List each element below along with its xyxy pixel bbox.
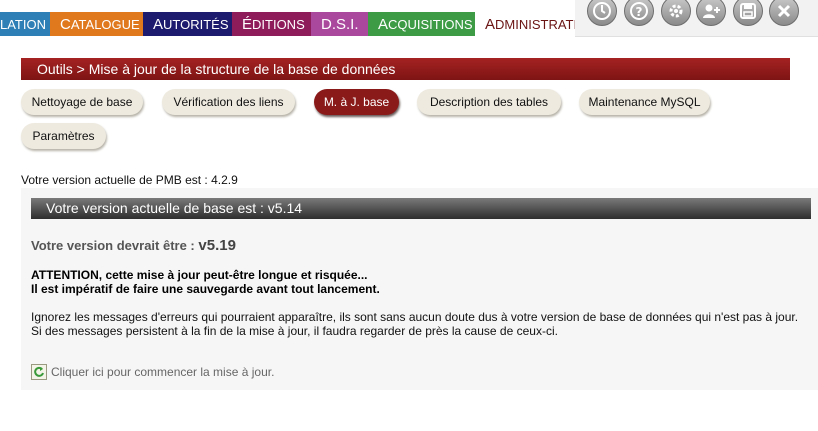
update-panel: Votre version actuelle de base est : v5.…: [21, 188, 818, 390]
start-update-link[interactable]: Cliquer ici pour commencer la mise à jou…: [31, 364, 274, 380]
current-db-version-header: Votre version actuelle de base est : v5.…: [31, 198, 811, 219]
subnav-nettoyage-de-base[interactable]: Nettoyage de base: [21, 89, 143, 115]
expected-version: Votre version devrait être : v5.19: [31, 237, 236, 254]
tab-circulation[interactable]: LATION: [0, 12, 50, 36]
close-icon[interactable]: [769, 0, 799, 26]
subnav-maintenance-mysql[interactable]: Maintenance MySQL: [579, 89, 710, 115]
settings-icon[interactable]: [661, 0, 691, 26]
tab-dsi[interactable]: D.S.I.: [311, 12, 368, 36]
clock-icon[interactable]: [587, 0, 617, 26]
subnav-description-des-tables[interactable]: Description des tables: [417, 89, 561, 115]
warning-line: Il est impératif de faire une sauvegarde…: [31, 282, 380, 296]
breadcrumb: Outils > Mise à jour de la structure de …: [21, 58, 790, 80]
help-icon[interactable]: ?: [624, 0, 654, 26]
refresh-icon: [31, 364, 47, 380]
svg-text:?: ?: [636, 5, 643, 19]
toolbar: ?: [575, 0, 818, 37]
main-tabs: LATION CATALOGUE AUTORITÉS ÉDITIONS D.S.…: [0, 12, 597, 36]
subnav-maj-base[interactable]: M. à J. base: [314, 89, 399, 115]
save-icon[interactable]: [733, 0, 763, 26]
start-update-link-label: Cliquer ici pour commencer la mise à jou…: [51, 365, 275, 379]
tab-label: LATION: [0, 17, 46, 32]
subnav-verification-des-liens[interactable]: Vérification des liens: [162, 89, 295, 115]
expected-version-value: v5.19: [198, 237, 236, 254]
tab-autorites[interactable]: AUTORITÉS: [143, 12, 232, 36]
info-message: Ignorez les messages d'erreurs qui pourr…: [31, 310, 806, 338]
tab-catalogue[interactable]: CATALOGUE: [50, 12, 143, 36]
expected-version-label: Votre version devrait être :: [31, 238, 195, 253]
warning-message: ATTENTION, cette mise à jour peut-être l…: [31, 268, 380, 296]
info-line: Si des messages persistent à la fin de l…: [31, 324, 558, 338]
subnav-parametres[interactable]: Paramètres: [21, 123, 106, 149]
user-icon[interactable]: [696, 0, 726, 26]
warning-line: ATTENTION, cette mise à jour peut-être l…: [31, 268, 368, 282]
tab-editions[interactable]: ÉDITIONS: [232, 12, 311, 36]
info-line: Ignorez les messages d'erreurs qui pourr…: [31, 310, 799, 324]
tab-acquisitions[interactable]: ACQUISITIONS: [368, 12, 475, 36]
pmb-version-text: Votre version actuelle de PMB est : 4.2.…: [21, 173, 238, 187]
